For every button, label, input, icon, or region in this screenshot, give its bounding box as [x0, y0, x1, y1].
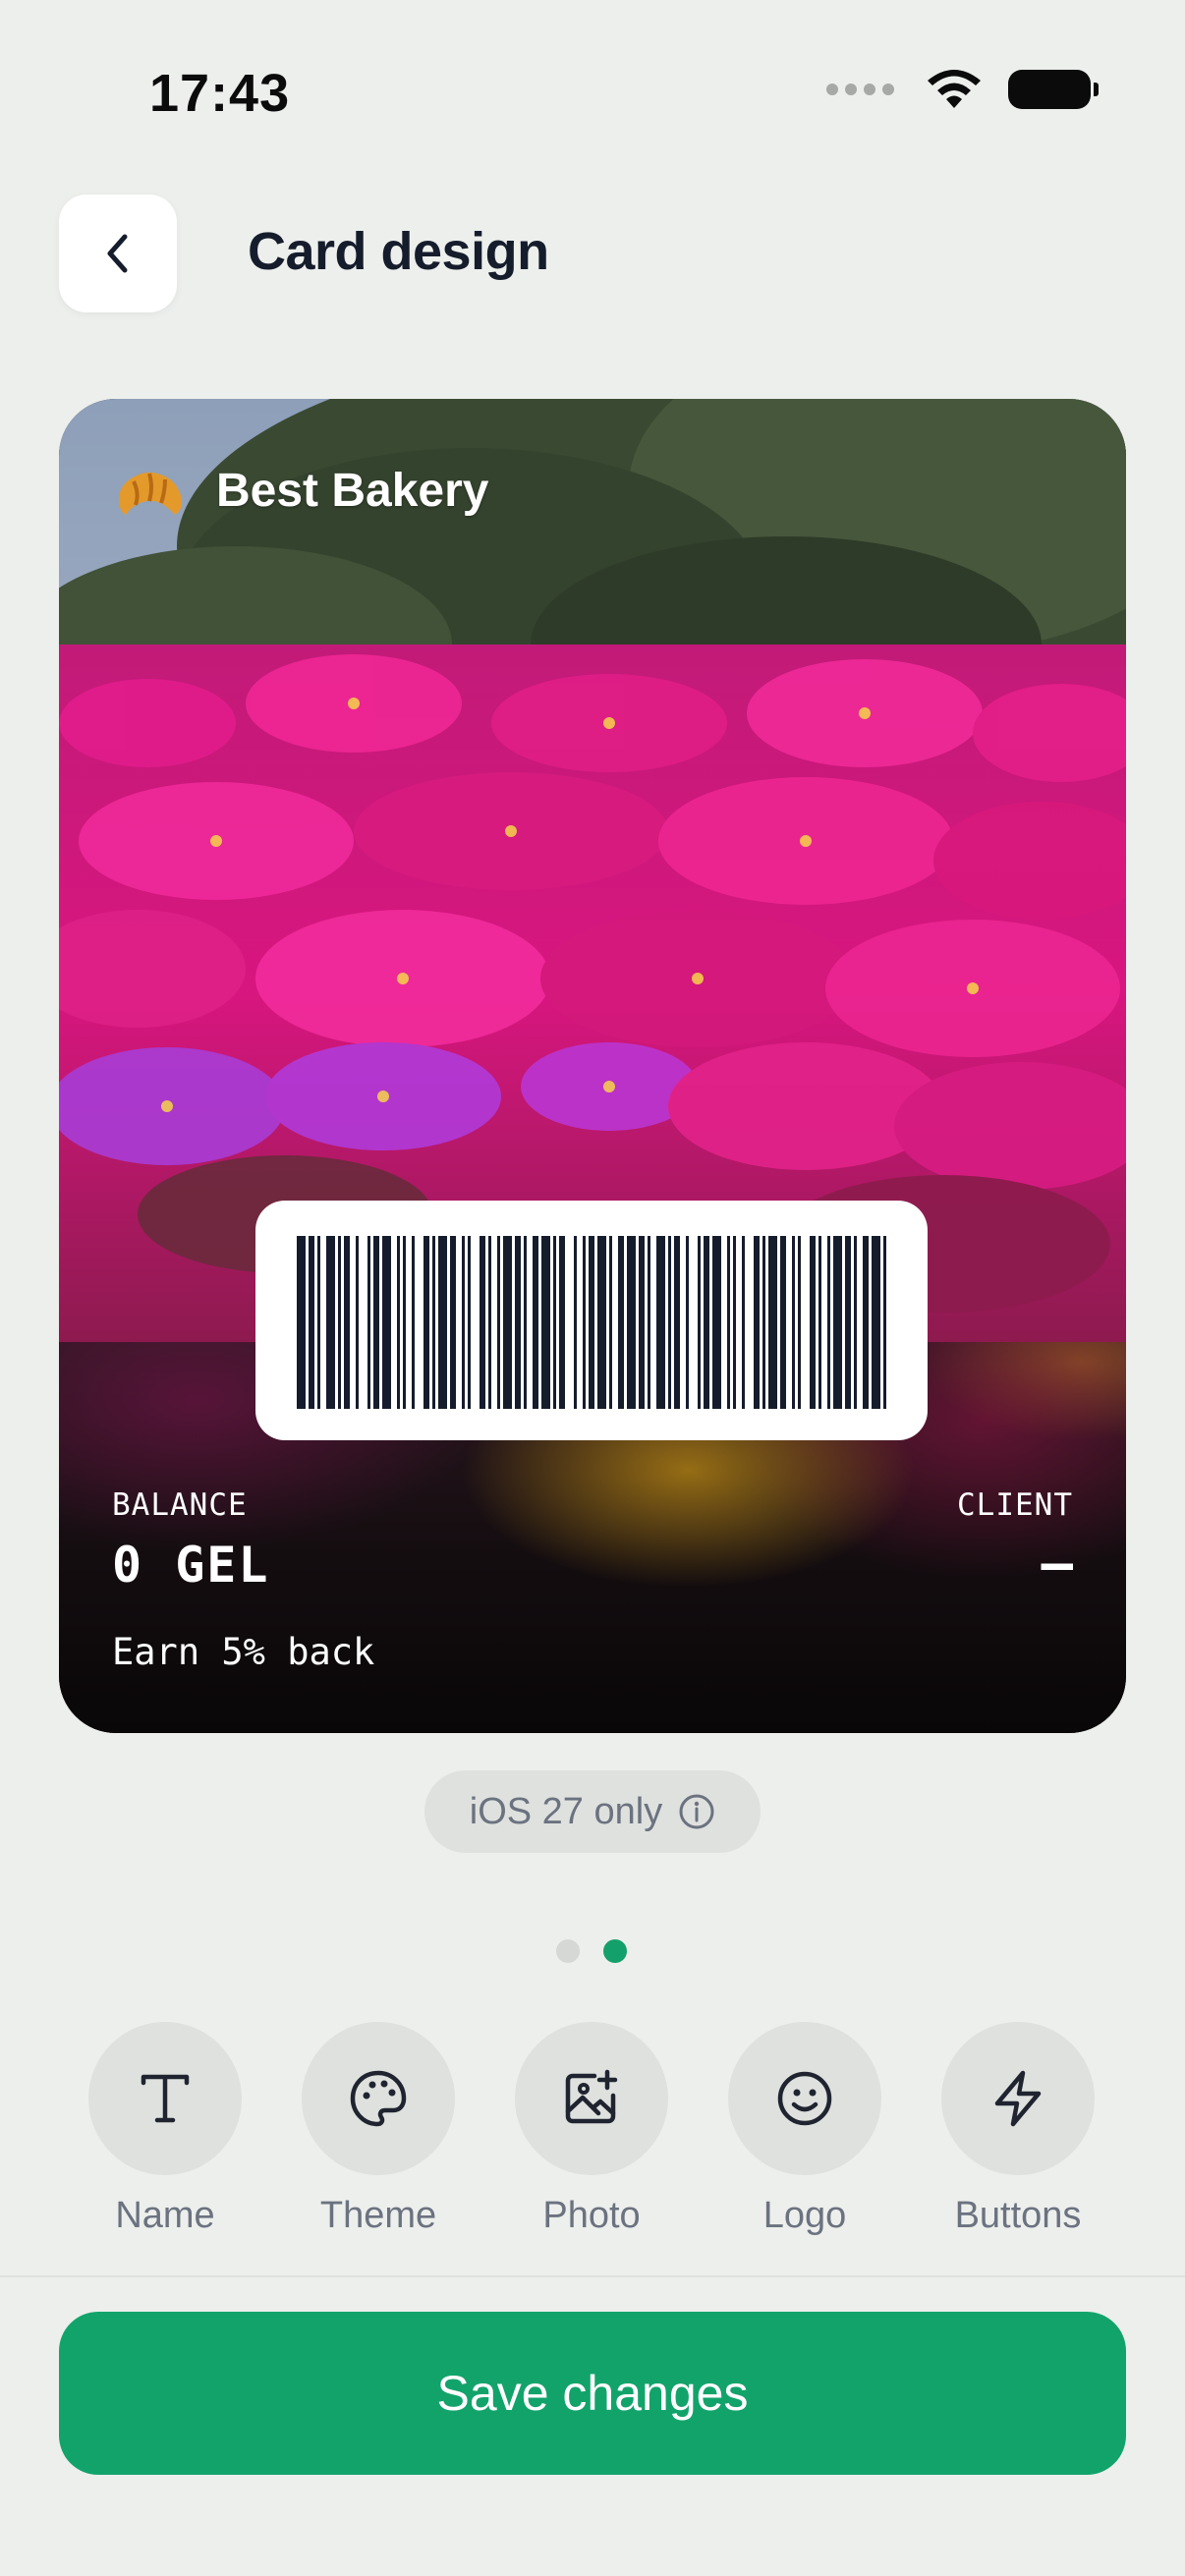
- tool-photo-button[interactable]: Photo: [493, 2022, 690, 2237]
- balance-value: 0 GEL: [112, 1537, 270, 1594]
- barcode-lines: [297, 1236, 886, 1409]
- tool-name-label: Name: [115, 2195, 215, 2236]
- page-title: Card design: [248, 222, 549, 281]
- tool-buttons-label: Buttons: [954, 2195, 1082, 2236]
- balance-label: BALANCE: [112, 1487, 248, 1523]
- tool-logo-circle: [728, 2022, 881, 2175]
- image-add-icon: [565, 2069, 618, 2124]
- tool-name-button[interactable]: Name: [67, 2022, 263, 2237]
- footer-divider: [0, 2275, 1185, 2277]
- tool-logo-button[interactable]: Logo: [706, 2022, 903, 2237]
- cellular-signal-icon: [826, 84, 894, 95]
- save-changes-button[interactable]: Save changes: [59, 2312, 1126, 2475]
- tool-name-circle: [88, 2022, 242, 2175]
- status-time: 17:43: [149, 64, 291, 123]
- tool-theme-label: Theme: [319, 2195, 437, 2236]
- croissant-icon: [114, 458, 187, 531]
- earn-back-text: Earn 5% back: [112, 1631, 375, 1673]
- tool-buttons-circle: [941, 2022, 1095, 2175]
- card-business-name: Best Bakery: [216, 465, 489, 517]
- tool-logo-label: Logo: [762, 2195, 847, 2236]
- tool-photo-label: Photo: [542, 2195, 641, 2236]
- battery-icon: [1008, 70, 1099, 109]
- card-preview[interactable]: Best Bakery BALANCE 0 GEL CLIENT — Earn …: [59, 399, 1126, 1733]
- tool-photo-circle: [515, 2022, 668, 2175]
- wifi-icon: [928, 70, 981, 108]
- page-dot-1[interactable]: [556, 1939, 580, 1963]
- page-dot-2[interactable]: [603, 1939, 627, 1963]
- back-button[interactable]: [59, 195, 177, 312]
- page-indicator: [556, 1939, 627, 1963]
- client-label: CLIENT: [957, 1487, 1073, 1523]
- chevron-left-icon: [107, 234, 128, 273]
- ios-only-text: iOS 27 only: [469, 1790, 663, 1832]
- tool-theme-button[interactable]: Theme: [280, 2022, 477, 2237]
- status-bar: 17:43: [0, 0, 1185, 187]
- barcode: [255, 1201, 928, 1440]
- client-value: —: [1041, 1533, 1073, 1595]
- ios-only-badge[interactable]: iOS 27 only: [424, 1770, 761, 1853]
- status-icons: [826, 69, 1099, 110]
- lightning-icon: [994, 2070, 1042, 2127]
- palette-icon: [350, 2070, 407, 2127]
- tool-theme-circle: [302, 2022, 455, 2175]
- smiley-icon: [777, 2071, 832, 2126]
- tool-buttons-button[interactable]: Buttons: [920, 2022, 1116, 2237]
- text-icon: [141, 2074, 190, 2123]
- info-icon: [679, 1794, 714, 1829]
